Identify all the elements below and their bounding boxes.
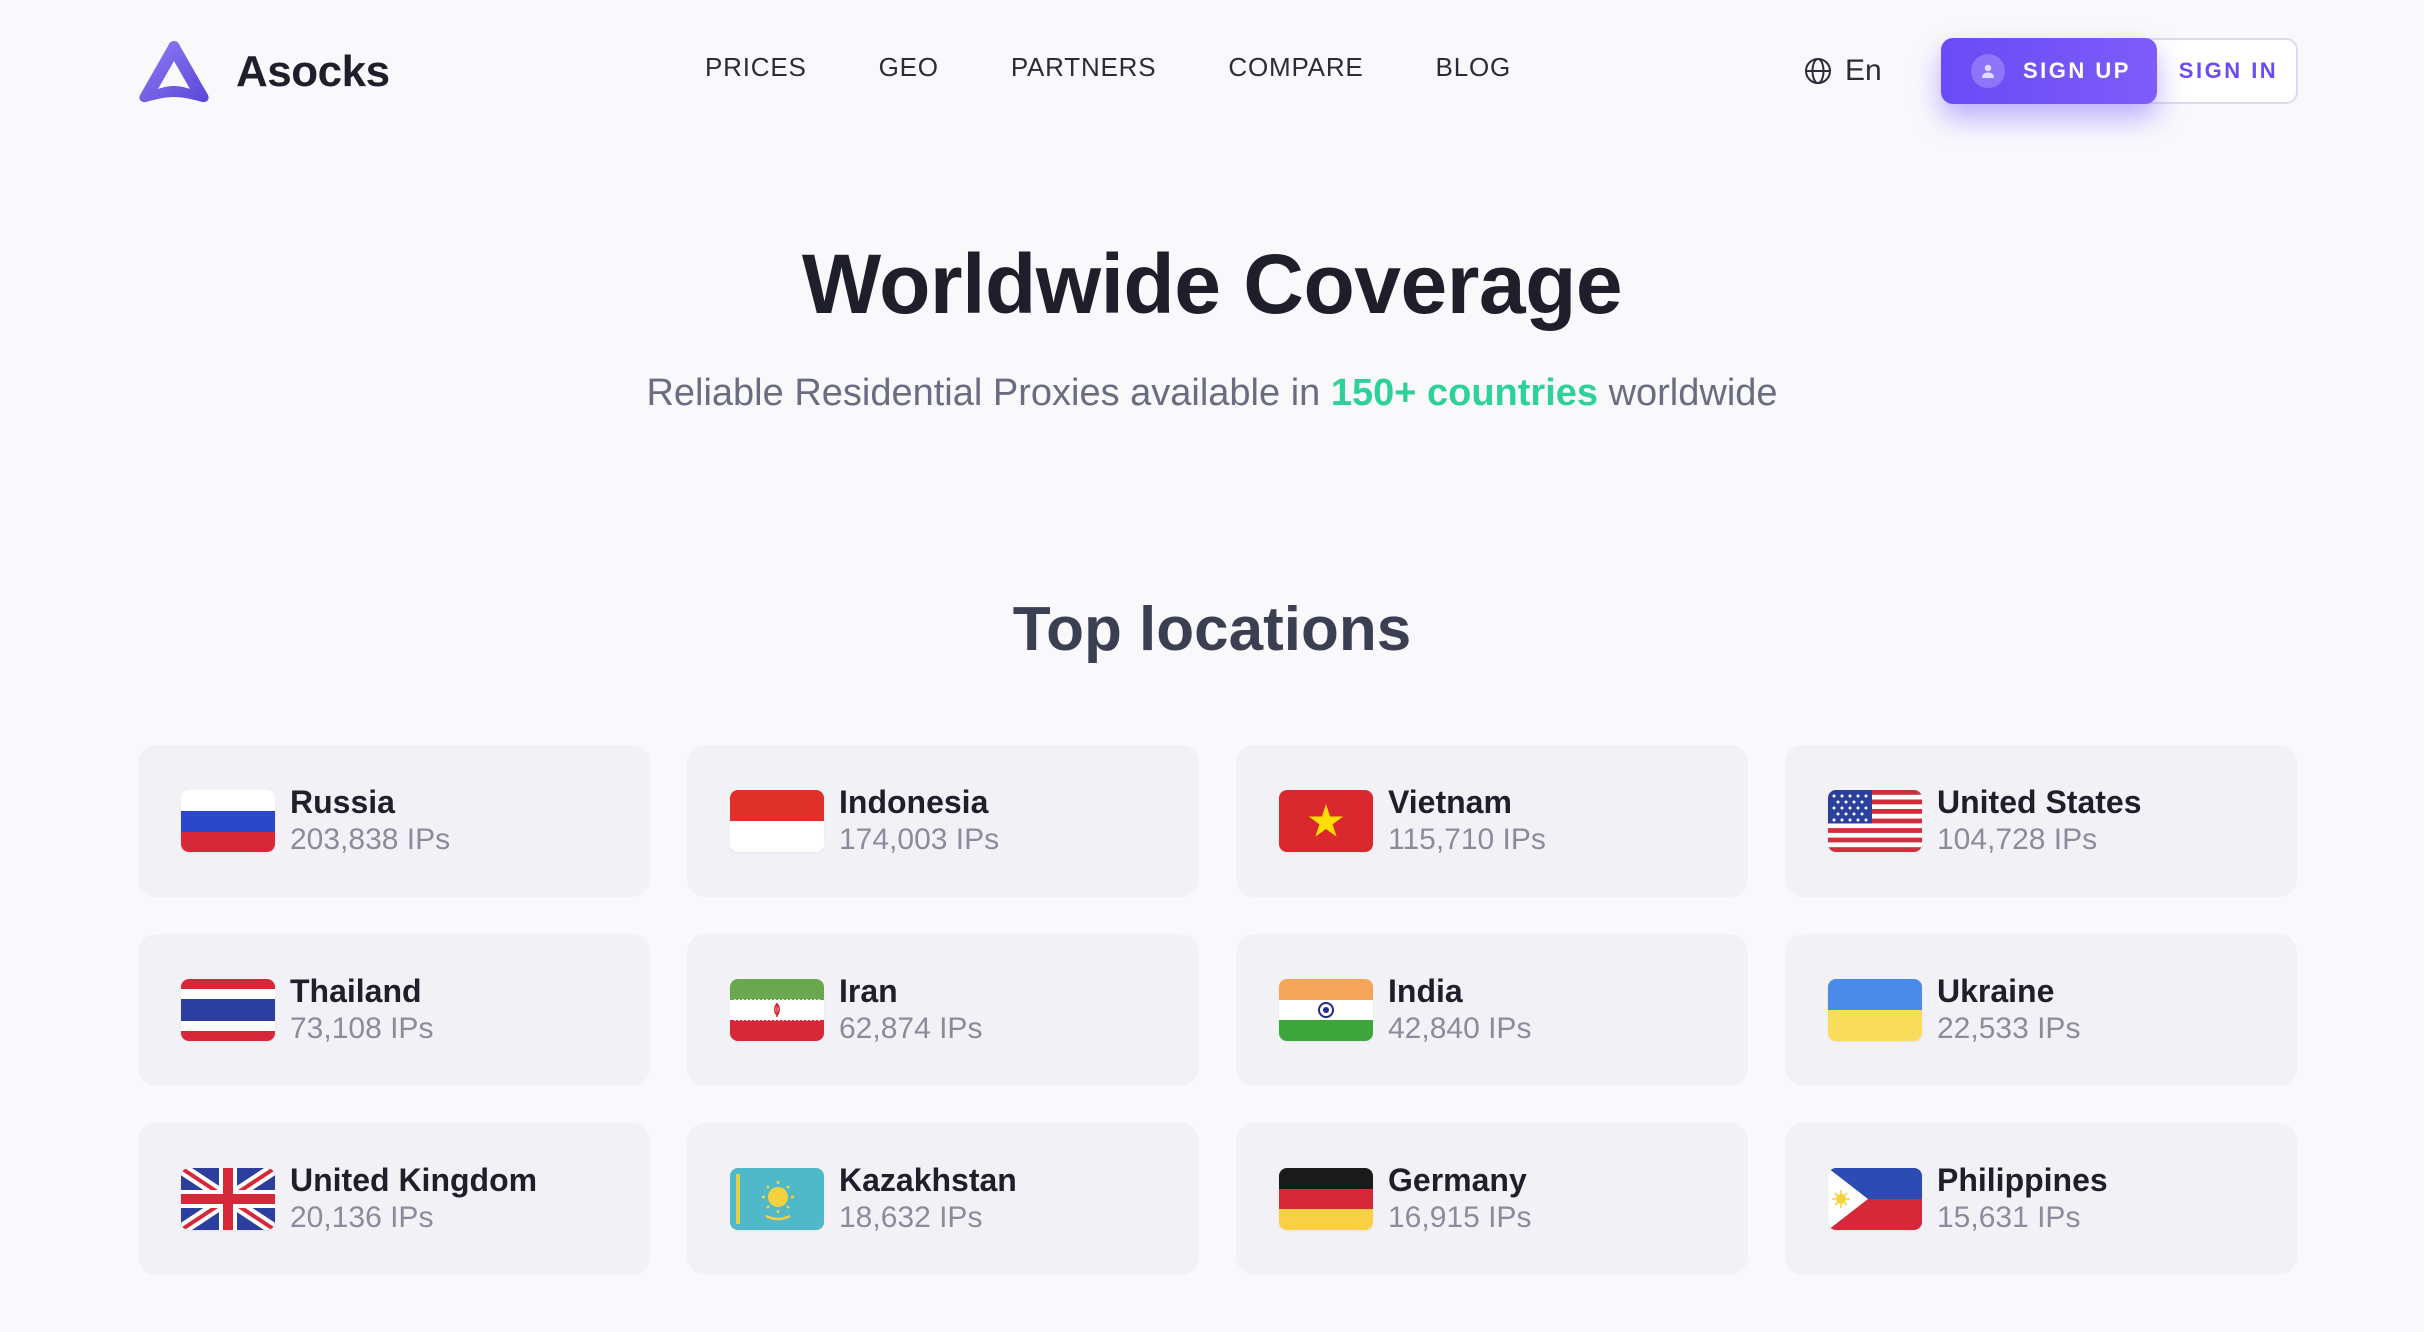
country-name: Indonesia (839, 784, 989, 820)
location-card-united-kingdom[interactable]: United Kingdom 20,136 IPs (138, 1123, 650, 1275)
location-card-philippines[interactable]: Philippines 15,631 IPs (1785, 1123, 2297, 1275)
ip-count: 62,874 IPs (839, 1012, 983, 1045)
country-name: United Kingdom (290, 1162, 538, 1198)
nav-geo[interactable]: GEO (879, 52, 939, 83)
language-selector[interactable]: En (1803, 54, 1882, 88)
hero-subtitle: Reliable Residential Proxies available i… (0, 372, 2424, 415)
ip-count: 16,915 IPs (1388, 1201, 1532, 1234)
country-name: Thailand (290, 973, 422, 1009)
country-name: Russia (290, 784, 395, 820)
location-card-kazakhstan[interactable]: Kazakhstan 18,632 IPs (687, 1123, 1199, 1275)
location-card-germany[interactable]: Germany 16,915 IPs (1236, 1123, 1748, 1275)
brand-logo-link[interactable]: Asocks (136, 38, 390, 106)
ip-count: 42,840 IPs (1388, 1012, 1532, 1045)
location-card-iran[interactable]: Iran 62,874 IPs (687, 934, 1199, 1086)
location-card-thailand[interactable]: Thailand 73,108 IPs (138, 934, 650, 1086)
country-name: Ukraine (1937, 973, 2055, 1009)
language-label: En (1845, 54, 1882, 87)
country-name: Iran (839, 973, 898, 1009)
subtitle-highlight: 150+ countries (1330, 372, 1599, 414)
ip-count: 174,003 IPs (839, 823, 1000, 856)
main-nav: PRICES GEO PARTNERS COMPARE BLOG (705, 52, 1583, 83)
auth-buttons: SIGN UP SIGN IN (1941, 38, 2298, 104)
asocks-logo-icon (136, 39, 212, 105)
brand-name: Asocks (236, 47, 390, 96)
united-states-flag-icon (1828, 790, 1922, 852)
ip-count: 18,632 IPs (839, 1201, 983, 1234)
ip-count: 20,136 IPs (290, 1201, 434, 1234)
ip-count: 203,838 IPs (290, 823, 451, 856)
india-flag-icon (1279, 979, 1373, 1041)
nav-blog[interactable]: BLOG (1436, 52, 1511, 83)
nav-prices[interactable]: PRICES (705, 52, 807, 83)
vietnam-flag-icon (1279, 790, 1373, 852)
ip-count: 15,631 IPs (1937, 1201, 2081, 1234)
philippines-flag-icon (1828, 1168, 1922, 1230)
germany-flag-icon (1279, 1168, 1373, 1230)
locations-grid: Russia 203,838 IPs Indonesia 174,003 IPs… (138, 745, 2298, 1275)
location-card-vietnam[interactable]: Vietnam 115,710 IPs (1236, 745, 1748, 897)
nav-partners[interactable]: PARTNERS (1011, 52, 1157, 83)
thailand-flag-icon (181, 979, 275, 1041)
country-name: United States (1937, 784, 2142, 820)
ip-count: 22,533 IPs (1937, 1012, 2081, 1045)
sign-up-button[interactable]: SIGN UP (1941, 38, 2157, 104)
indonesia-flag-icon (730, 790, 824, 852)
subtitle-text-before: Reliable Residential Proxies available i… (646, 372, 1331, 414)
location-card-united-states[interactable]: United States 104,728 IPs (1785, 745, 2297, 897)
ukraine-flag-icon (1828, 979, 1922, 1041)
user-icon (1971, 54, 2005, 88)
kazakhstan-flag-icon (730, 1168, 824, 1230)
ip-count: 104,728 IPs (1937, 823, 2098, 856)
ip-count: 73,108 IPs (290, 1012, 434, 1045)
location-card-russia[interactable]: Russia 203,838 IPs (138, 745, 650, 897)
country-name: Philippines (1937, 1162, 2108, 1198)
united-kingdom-flag-icon (181, 1168, 275, 1230)
sign-up-label: SIGN UP (2023, 58, 2131, 83)
ip-count: 115,710 IPs (1388, 823, 1546, 856)
russia-flag-icon (181, 790, 275, 852)
site-header: Asocks PRICES GEO PARTNERS COMPARE BLOG … (0, 0, 2424, 142)
globe-icon (1803, 56, 1833, 86)
location-card-indonesia[interactable]: Indonesia 174,003 IPs (687, 745, 1199, 897)
iran-flag-icon (730, 979, 824, 1041)
page-title: Worldwide Coverage (801, 237, 1623, 331)
nav-compare[interactable]: COMPARE (1228, 52, 1363, 83)
country-name: India (1388, 973, 1463, 1009)
top-locations-title: Top locations (1012, 595, 1412, 664)
country-name: Kazakhstan (839, 1162, 1017, 1198)
country-name: Vietnam (1388, 784, 1512, 820)
location-card-ukraine[interactable]: Ukraine 22,533 IPs (1785, 934, 2297, 1086)
sign-in-button[interactable]: SIGN IN (2157, 38, 2300, 104)
subtitle-text-after: worldwide (1598, 372, 1778, 414)
country-name: Germany (1388, 1162, 1527, 1198)
location-card-india[interactable]: India 42,840 IPs (1236, 934, 1748, 1086)
